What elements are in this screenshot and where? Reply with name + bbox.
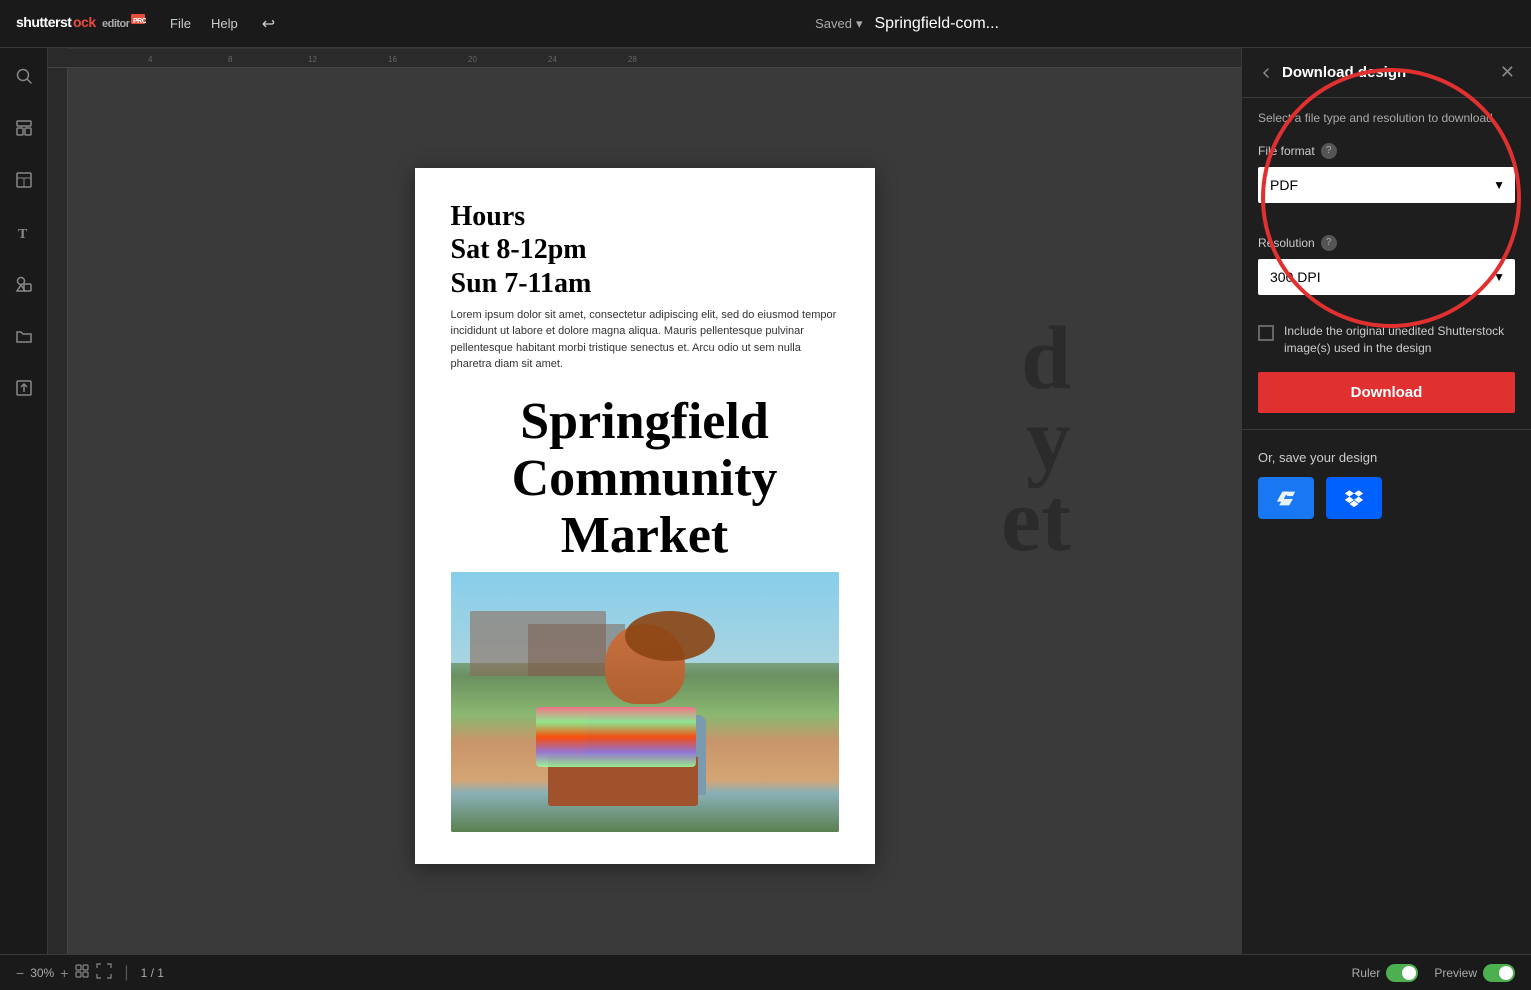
fit-screen-button[interactable] (74, 963, 90, 982)
zoom-in-button[interactable]: + (60, 965, 68, 981)
svg-text:24: 24 (548, 55, 557, 64)
file-menu[interactable]: File (170, 16, 191, 31)
main-layout: T (0, 48, 1531, 954)
ruler-toggle-knob (1402, 966, 1416, 980)
panel-subtitle: Select a file type and resolution to dow… (1242, 98, 1531, 135)
svg-text:20: 20 (468, 55, 477, 64)
separator: | (124, 964, 128, 982)
panel-header: Download design ✕ (1242, 48, 1531, 98)
svg-text:shutterst: shutterst (16, 14, 72, 30)
doc-name[interactable]: Springfield-com... (875, 15, 1000, 33)
saved-badge: Saved ▾ (815, 16, 862, 32)
sidebar-elements-icon[interactable] (8, 268, 40, 300)
resolution-section: Resolution ? 72 DPI 150 DPI 300 DPI ▼ (1242, 227, 1531, 319)
bg-text: d y et (1001, 318, 1071, 561)
help-menu[interactable]: Help (211, 16, 238, 31)
topbar: shutterst ock editor PRO File Help ↩ Sav… (0, 0, 1531, 48)
preview-label: Preview (1434, 966, 1477, 980)
fullscreen-button[interactable] (96, 963, 112, 982)
resolution-select-wrapper: 72 DPI 150 DPI 300 DPI ▼ (1258, 259, 1515, 295)
panel-close-button[interactable]: ✕ (1500, 62, 1515, 83)
doc-hours-title: Hours Sat 8-12pm Sun 7-11am (451, 200, 839, 301)
panel-back-button[interactable] (1258, 65, 1274, 81)
doc-image (451, 572, 839, 832)
sidebar-text-icon[interactable]: T (8, 216, 40, 248)
checkbox-row: Include the original unedited Shuttersto… (1242, 319, 1531, 369)
preview-toggle-group: Preview (1434, 964, 1515, 982)
page-indicator: 1 / 1 (141, 966, 164, 980)
doc-page: Hours Sat 8-12pm Sun 7-11am Lorem ipsum … (415, 168, 875, 864)
zoom-controls: − 30% + (16, 963, 112, 982)
checkbox-label: Include the original unedited Shuttersto… (1284, 323, 1515, 357)
file-format-section: File format ? PDF PNG JPG SVG ▼ (1242, 135, 1531, 227)
ruler-label: Ruler (1352, 966, 1381, 980)
zoom-level[interactable]: 30% (30, 966, 54, 980)
canvas-area[interactable]: 4 8 12 16 20 24 28 d y et Hours Sat 8-12… (48, 48, 1241, 954)
doc-main-title: Springfield Community Market (451, 393, 839, 565)
sidebar-upload-icon[interactable] (8, 372, 40, 404)
save-section: Or, save your design (1242, 442, 1531, 527)
logo-text: shutterst ock editor PRO (16, 10, 146, 37)
app-logo: shutterst ock editor PRO (16, 10, 146, 37)
svg-text:28: 28 (628, 55, 637, 64)
topbar-center: Saved ▾ Springfield-com... (299, 15, 1515, 33)
preview-toggle-knob (1499, 966, 1513, 980)
doc-body-text: Lorem ipsum dolor sit amet, consectetur … (451, 307, 839, 373)
svg-text:T: T (18, 227, 28, 241)
preview-toggle[interactable] (1483, 964, 1515, 982)
resolution-select[interactable]: 72 DPI 150 DPI 300 DPI (1258, 259, 1515, 295)
svg-text:16: 16 (388, 55, 397, 64)
svg-text:4: 4 (148, 55, 153, 64)
resolution-help-icon[interactable]: ? (1321, 235, 1337, 251)
panel-title: Download design (1282, 64, 1492, 81)
google-drive-button[interactable] (1258, 477, 1314, 519)
undo-button[interactable]: ↩ (262, 14, 275, 34)
sidebar-folder-icon[interactable] (8, 320, 40, 352)
panel-divider (1242, 429, 1531, 430)
resolution-label: Resolution ? (1258, 235, 1515, 251)
save-buttons (1258, 477, 1515, 519)
download-button[interactable]: Download (1258, 372, 1515, 413)
left-sidebar: T (0, 48, 48, 954)
svg-text:editor: editor (102, 18, 131, 30)
ruler-toggle-group: Ruler (1352, 964, 1419, 982)
file-format-help-icon[interactable]: ? (1321, 143, 1337, 159)
bottom-bar: − 30% + | 1 / 1 Ruler (0, 954, 1531, 990)
right-panel: Download design ✕ Select a file type and… (1241, 48, 1531, 954)
file-format-label: File format ? (1258, 143, 1515, 159)
save-title: Or, save your design (1258, 450, 1515, 465)
topbar-menu: File Help (170, 16, 238, 31)
svg-text:8: 8 (228, 55, 233, 64)
svg-text:ock: ock (73, 14, 96, 30)
saved-chevron-icon: ▾ (856, 16, 863, 32)
file-format-select-wrapper: PDF PNG JPG SVG ▼ (1258, 167, 1515, 203)
zoom-out-button[interactable]: − (16, 965, 24, 981)
ruler-toggle[interactable] (1386, 964, 1418, 982)
ruler-left (48, 68, 68, 954)
file-format-select[interactable]: PDF PNG JPG SVG (1258, 167, 1515, 203)
ruler-top: 4 8 12 16 20 24 28 (48, 48, 1241, 68)
sidebar-layout-icon[interactable] (8, 164, 40, 196)
dropbox-button[interactable] (1326, 477, 1382, 519)
bottom-right: Ruler Preview (1352, 964, 1515, 982)
sidebar-search-icon[interactable] (8, 60, 40, 92)
saved-label: Saved (815, 16, 852, 31)
sidebar-templates-icon[interactable] (8, 112, 40, 144)
svg-text:12: 12 (308, 55, 317, 64)
svg-text:PRO: PRO (133, 18, 146, 25)
include-original-checkbox[interactable] (1258, 325, 1274, 341)
